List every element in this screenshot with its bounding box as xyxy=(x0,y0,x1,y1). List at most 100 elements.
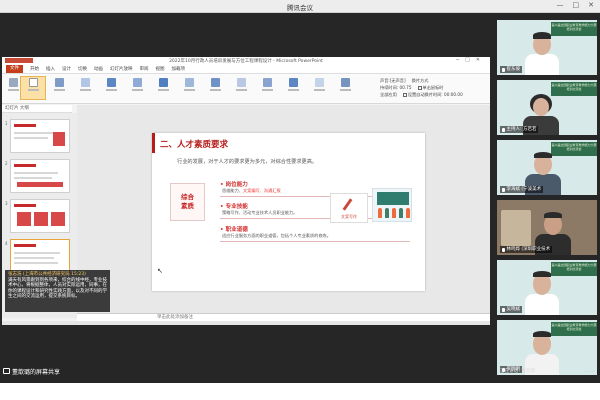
mic-icon xyxy=(502,247,505,252)
participant-hair xyxy=(533,331,551,337)
transition-none-icon[interactable] xyxy=(26,78,40,91)
mouse-cursor-icon: ↖ xyxy=(157,267,163,275)
ribbon-tab-file[interactable]: 文件 xyxy=(6,65,23,73)
ppt-window-title: 2022年10月行政人员培训发展与方位工程课程设计 - Microsoft Po… xyxy=(169,59,323,64)
thumbnail-tabs[interactable]: 幻灯片 大纲 xyxy=(2,105,72,113)
meeting-window: 腾讯会议 — □ ✕ 2022年10月行政人员培训发展与方位工程课程设计 - M… xyxy=(0,0,600,383)
participant-tile[interactable]: 第六届全国职业教育教学能力大赛培训交流会 罗明明 xyxy=(497,320,597,375)
person-graphic xyxy=(392,208,396,218)
transition-cut-icon[interactable] xyxy=(52,78,66,91)
transition-flash-icon[interactable] xyxy=(312,78,326,91)
board-graphic xyxy=(377,192,409,205)
background-banner: 第六届全国职业教育教学能力大赛培训交流会 xyxy=(551,142,597,156)
background-banner: 第六届全国职业教育教学能力大赛培训交流会 xyxy=(551,322,597,336)
transition-split-icon[interactable] xyxy=(156,78,170,91)
ppt-window-controls[interactable]: ─□✕ xyxy=(456,57,486,63)
maximize-button[interactable]: □ xyxy=(573,1,580,9)
click-checkbox[interactable] xyxy=(417,86,422,90)
ribbon-tab-animations[interactable]: 动画 xyxy=(94,66,103,72)
participant-body xyxy=(525,54,559,75)
bookshelf-graphic xyxy=(501,210,531,246)
person-graphic xyxy=(406,208,410,218)
box-line-1: 综合 xyxy=(181,193,194,201)
transition-wipe-icon[interactable] xyxy=(130,78,144,91)
duration-input[interactable]: 00.75 xyxy=(400,85,412,90)
auto-time-input[interactable]: 00:00.00 xyxy=(444,92,463,97)
participant-list: 第六届全国职业教育教学能力大赛培训交流会 崔东坡 第六届全国职业教育教学能力大赛… xyxy=(497,20,597,380)
person-graphic xyxy=(385,208,389,218)
transition-bars-icon[interactable] xyxy=(208,78,222,91)
transition-reveal-icon[interactable] xyxy=(182,78,196,91)
screen-share-indicator: 董歆璐的屏幕共享 xyxy=(3,366,60,376)
point-heading-3: • 职业道德 xyxy=(220,227,248,233)
close-button[interactable]: ✕ xyxy=(588,1,594,9)
participant-name-tag: 吴晓斌 xyxy=(500,306,522,313)
screen-share-icon xyxy=(3,368,10,374)
ribbon-tab-design[interactable]: 设计 xyxy=(62,66,71,72)
slide-thumbnail[interactable]: 3 xyxy=(5,199,70,233)
ribbon-tab-slideshow[interactable]: 幻灯片放映 xyxy=(110,66,133,72)
click-label: 单击鼠标时 xyxy=(422,85,444,90)
presentation-illustration xyxy=(372,188,412,222)
pen-icon xyxy=(342,198,353,211)
sound-select[interactable]: [无声音] xyxy=(390,78,406,83)
person-graphic xyxy=(378,208,382,218)
mic-icon xyxy=(502,307,505,312)
box-line-2: 素质 xyxy=(181,202,194,210)
participant-tile[interactable]: 第六届全国职业教育教学能力大赛培训交流会 崔东坡 xyxy=(497,20,597,75)
transition-push-icon[interactable] xyxy=(104,78,118,91)
screen-share-label: 董歆璐的屏幕共享 xyxy=(12,368,61,376)
participant-tile[interactable]: 林鸣烨 (深圳职业技术 xyxy=(497,200,597,255)
speaking-indicator: 正在讲话: 董歆璐 xyxy=(500,369,536,374)
duration-label: 持续时间: xyxy=(380,85,399,90)
background-banner: 第六届全国职业教育教学能力大赛培训交流会 xyxy=(551,262,597,276)
composite-quality-box: 综合 素质 xyxy=(170,183,205,221)
window-title: 腾讯会议 xyxy=(287,4,313,12)
slide-canvas[interactable]: 二、人才素质要求 行业的发展，对于人才的要求更为多元，对综合性要求更高。 综合 … xyxy=(77,105,490,313)
ribbon-tab-transitions[interactable]: 切换 xyxy=(78,66,87,72)
point-detail-1b: 文案编写、沟通汇报 xyxy=(242,188,281,193)
transition-shape-icon[interactable] xyxy=(234,78,248,91)
transition-uncover-icon[interactable] xyxy=(260,78,274,91)
person-graphic xyxy=(399,208,403,218)
ribbon-tab-addins[interactable]: 加载项 xyxy=(172,66,186,72)
transition-cover-icon[interactable] xyxy=(286,78,300,91)
ribbon-tab-view[interactable]: 视图 xyxy=(156,66,165,72)
title-bar: 腾讯会议 — □ ✕ xyxy=(0,0,600,13)
thumbnail-number: 1 xyxy=(5,121,8,126)
background-banner: 第六届全国职业教育教学能力大赛培训交流会 xyxy=(551,82,597,96)
transition-fade-icon[interactable] xyxy=(78,78,92,91)
notes-field[interactable]: 单击此处添加备注 xyxy=(77,313,490,321)
point-detail-2: 策略写作、活动专业技术人员职业能力。 xyxy=(222,210,298,215)
participant-name-tag: 主持人: 方若若 xyxy=(500,126,539,133)
minimize-button[interactable]: — xyxy=(557,1,564,9)
participant-name-tag: 林鸣烨 (深圳职业技术 xyxy=(500,246,553,253)
participant-tile[interactable]: 第六届全国职业教育教学能力大赛培训交流会 主持人: 方若若 xyxy=(497,80,597,135)
effect-options-icon[interactable] xyxy=(338,78,352,91)
ribbon-tab-home[interactable]: 开始 xyxy=(30,66,39,72)
thumbnail-number: 4 xyxy=(5,241,8,246)
slide[interactable]: 二、人才素质要求 行业的发展，对于人才的要求更为多元，对综合性要求更高。 综合 … xyxy=(152,133,425,291)
subtitle-overlay: 张志浩 (上海市公共经济研究局 15:23) 满天有风景跟到到各项来，综合的线中… xyxy=(5,270,110,312)
slide-thumbnail-active[interactable]: 4 xyxy=(5,239,70,273)
participant-tile[interactable]: 第六届全国职业教育教学能力大赛培训交流会 李海斌 (宁波美术 xyxy=(497,140,597,195)
slide-subtitle: 行业的发展，对于人才的要求更为多元，对综合性要求更高。 xyxy=(177,159,318,165)
thumbnail-number: 3 xyxy=(5,201,8,206)
participant-hair xyxy=(533,271,551,277)
writing-icon-card: 文案写作 xyxy=(330,193,368,223)
more-icon[interactable]: ⋯⋯ xyxy=(584,369,596,375)
background-banner: 第六届全国职业教育教学能力大赛培训交流会 xyxy=(551,22,597,36)
participant-name-tag: 崔东坡 xyxy=(500,66,522,73)
ppt-title-bar: 2022年10月行政人员培训发展与方位工程课程设计 - Microsoft Po… xyxy=(2,57,490,65)
ribbon-tab-insert[interactable]: 插入 xyxy=(46,66,55,72)
divider xyxy=(220,241,410,242)
slide-thumbnail[interactable]: 2 xyxy=(5,159,70,193)
apply-all-button[interactable]: 全部应用 xyxy=(380,91,397,98)
transition-options: 声音:[无声音] 换片方式 持续时间: 00.75 单击鼠标时 全部应用 设置自… xyxy=(380,77,488,98)
slide-thumbnail[interactable]: 1 xyxy=(5,119,70,153)
auto-checkbox[interactable] xyxy=(402,93,407,97)
participant-tile[interactable]: 第六届全国职业教育教学能力大赛培训交流会 吴晓斌 xyxy=(497,260,597,315)
preview-icon[interactable] xyxy=(6,78,20,91)
ribbon-tab-review[interactable]: 审阅 xyxy=(140,66,149,72)
point-heading-1: • 岗位能力 xyxy=(220,182,248,188)
